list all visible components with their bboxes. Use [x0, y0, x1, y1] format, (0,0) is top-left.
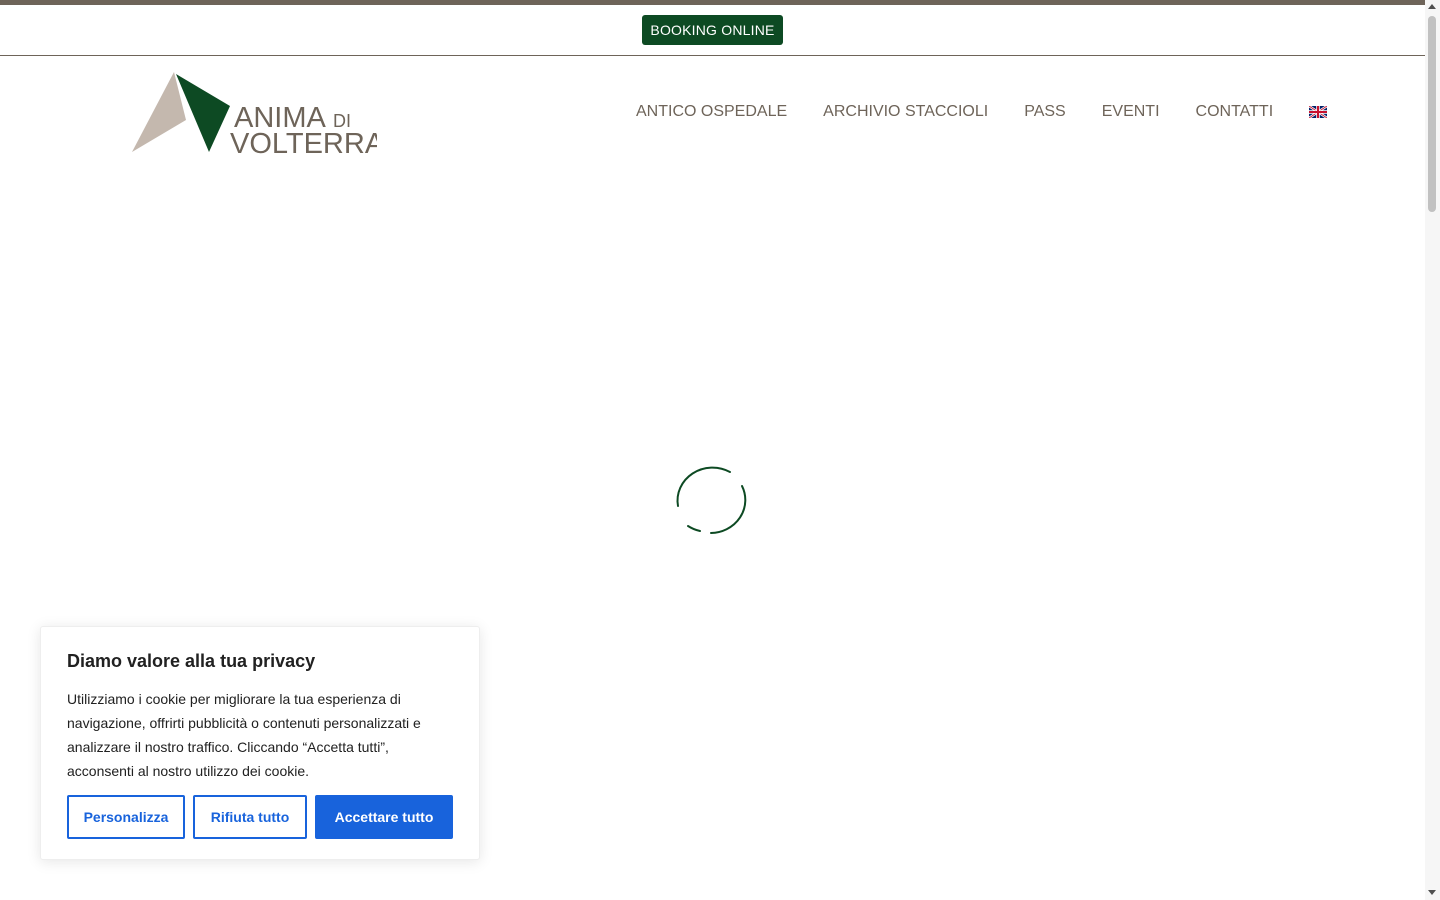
main-navigation: ANTICO OSPEDALE ARCHIVIO STACCIOLI PASS …	[636, 100, 1328, 124]
nav-item-eventi[interactable]: EVENTI	[1102, 103, 1160, 121]
nav-item-contatti[interactable]: CONTATTI	[1196, 103, 1274, 121]
nav-item-antico-ospedale[interactable]: ANTICO OSPEDALE	[636, 103, 787, 121]
vertical-scrollbar[interactable]	[1425, 0, 1440, 900]
scroll-down-arrow-icon[interactable]	[1428, 890, 1436, 895]
reject-all-button[interactable]: Rifiuta tutto	[193, 795, 307, 839]
uk-flag-icon[interactable]	[1309, 106, 1328, 118]
cookie-banner-title: Diamo valore alla tua privacy	[67, 651, 316, 671]
cookie-consent-banner: Diamo valore alla tua privacy Utilizziam…	[40, 626, 480, 860]
scroll-up-arrow-icon[interactable]	[1428, 4, 1436, 9]
logo-text-volterra: VOLTERRA	[230, 128, 377, 154]
logo-light-triangle-icon	[132, 72, 186, 152]
nav-item-pass[interactable]: PASS	[1024, 103, 1066, 121]
page: BOOKING ONLINE ANIMA DI VOLTERRA ANTICO …	[0, 0, 1425, 900]
cookie-banner-actions: Personalizza Rifiuta tutto Accettare tut…	[67, 795, 453, 839]
cookie-banner-text: Utilizziamo i cookie per migliorare la t…	[67, 691, 421, 779]
anima-di-volterra-logo[interactable]: ANIMA DI VOLTERRA	[132, 72, 377, 154]
customize-button[interactable]: Personalizza	[67, 795, 185, 839]
scrollbar-thumb[interactable]	[1428, 16, 1436, 212]
nav-item-archivio-staccioli[interactable]: ARCHIVIO STACCIOLI	[823, 103, 988, 121]
loading-spinner-icon	[676, 466, 747, 534]
booking-online-button[interactable]: BOOKING ONLINE	[642, 15, 783, 45]
accept-all-button[interactable]: Accettare tutto	[315, 795, 453, 839]
booking-bar: BOOKING ONLINE	[0, 5, 1425, 56]
